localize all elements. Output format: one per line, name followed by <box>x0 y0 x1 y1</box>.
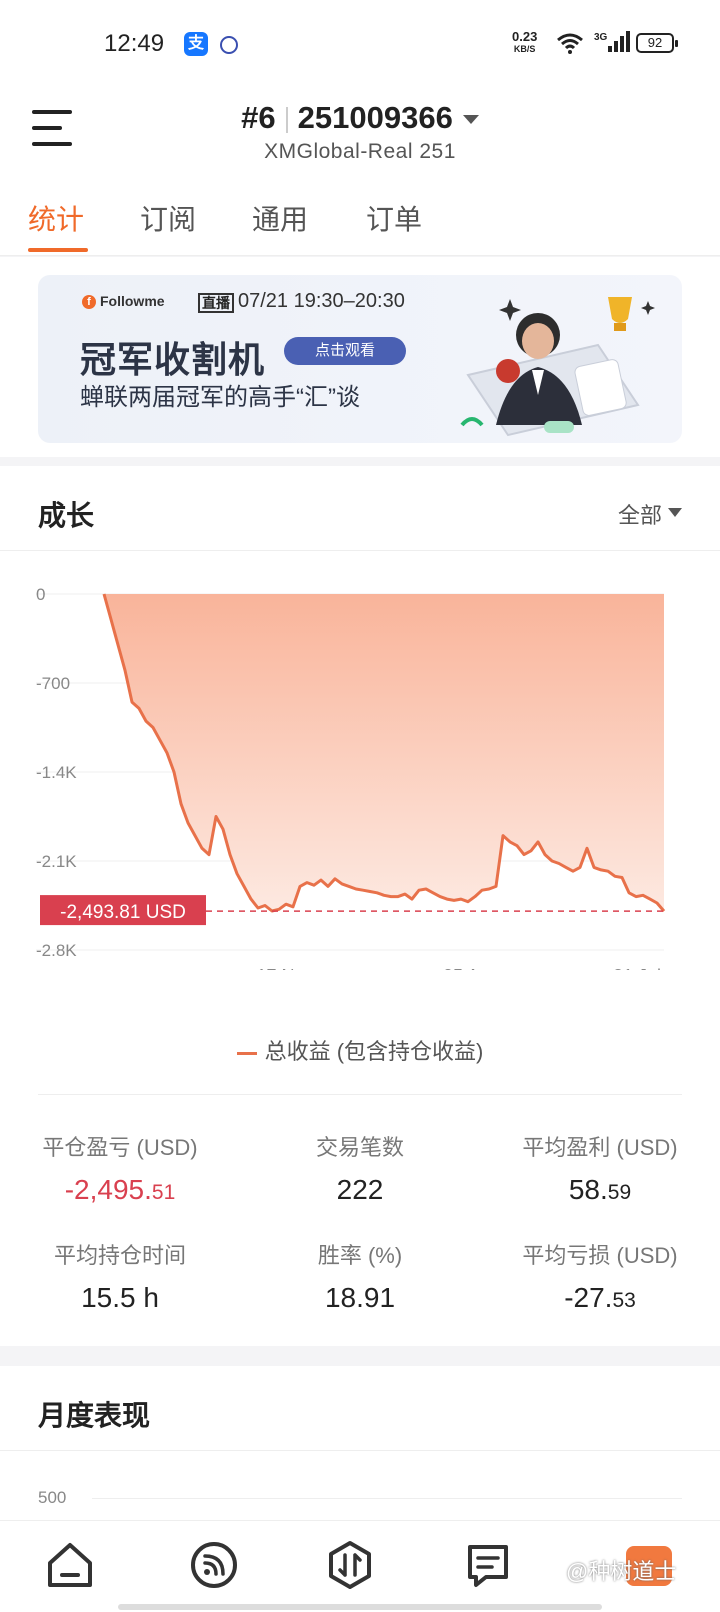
stat-avg-hold-time: 平均持仓时间 15.5 h <box>0 1238 240 1314</box>
range-selector[interactable]: 全部 <box>618 498 662 530</box>
chart-legend: 总收益 (包含持仓收益) <box>0 1034 720 1066</box>
x-tick-label: 21 Jul <box>613 966 661 970</box>
grid-line <box>92 1498 682 1499</box>
banner-datetime: 07/21 19:30–20:30 <box>238 290 405 312</box>
followme-logo: f Followme <box>82 293 165 310</box>
chevron-down-icon <box>462 115 479 125</box>
tab-general[interactable]: 通用 <box>252 198 308 238</box>
promo-banner[interactable]: f Followme 直播 07/21 19:30–20:30 冠军收割机 点击观… <box>38 275 682 443</box>
stat-value: 58.59 <box>568 1174 632 1205</box>
y-tick-label: 0 <box>36 585 45 604</box>
banner-title: 冠军收割机 <box>80 339 266 380</box>
x-tick-label: 05 Apr <box>443 966 495 970</box>
growth-card: 成长 全部 0 -700 -1.4K -2.1K -2.8K 17 Nov 05 Apr 21… <box>0 466 720 1346</box>
tab-statistics[interactable]: 统计 <box>28 198 84 238</box>
feed-icon[interactable] <box>188 1539 240 1591</box>
stat-closed-pnl: 平仓盈亏 (USD) -2,495.51 <box>0 1130 240 1206</box>
y-tick-label: 500 <box>38 1488 67 1507</box>
stat-win-rate: 胜率 (%) 18.91 <box>240 1238 480 1314</box>
network-type: 3G <box>594 32 608 43</box>
stat-trade-count: 交易笔数 222 <box>240 1130 480 1206</box>
banner-subtitle: 蝉联两届冠军的高手“汇”谈 <box>80 384 360 411</box>
tab-orders[interactable]: 订单 <box>366 198 422 238</box>
status-bar: 12:49 支 0.23 KB/S 3G 92 <box>0 0 720 88</box>
live-badge: 直播 <box>198 293 234 313</box>
watch-button[interactable]: 点击观看 <box>284 337 406 365</box>
stat-avg-profit: 平均盈利 (USD) 58.59 <box>480 1130 720 1206</box>
stat-value: -27.53 <box>564 1282 636 1313</box>
legend-label: 总收益 (包含持仓收益) <box>264 1039 484 1064</box>
tab-subscribe[interactable]: 订阅 <box>140 198 196 238</box>
y-tick-label: -700 <box>36 674 70 693</box>
host-illustration <box>460 297 655 437</box>
stat-avg-loss: 平均亏损 (USD) -27.53 <box>480 1238 720 1314</box>
notification-app-icon <box>220 36 238 54</box>
banner-section: f Followme 直播 07/21 19:30–20:30 冠军收割机 点击观… <box>0 257 720 457</box>
active-tab-indicator <box>28 248 88 252</box>
y-tick-label: -2.1K <box>36 852 77 871</box>
tab-bar: 统计 订阅 通用 订单 <box>0 184 720 256</box>
wifi-icon <box>557 33 583 54</box>
divider <box>0 1450 720 1451</box>
account-number: 251009366 <box>297 100 453 135</box>
stat-value: -2,495.51 <box>64 1174 176 1205</box>
x-tick-label: 17 Nov <box>256 966 313 970</box>
legend-swatch <box>236 1051 257 1055</box>
y-tick-label: -1.4K <box>36 763 77 782</box>
stat-value: 222 <box>336 1174 384 1205</box>
battery-indicator: 92 <box>636 33 678 53</box>
net-speed: 0.23 KB/S <box>512 29 538 54</box>
watermark: @种树道士 <box>566 1559 677 1584</box>
account-selector[interactable]: #6 251009366 <box>0 100 720 136</box>
account-server: XMGlobal-Real 251 <box>264 140 456 163</box>
status-time: 12:49 <box>104 30 165 57</box>
signal-icon: 3G <box>594 31 630 52</box>
y-tick-label: -2.8K <box>36 941 77 960</box>
stat-value: 15.5 h <box>81 1282 159 1313</box>
chevron-down-icon <box>668 508 682 517</box>
growth-chart[interactable]: 0 -700 -1.4K -2.1K -2.8K 17 Nov 05 Apr 21 Jul -2… <box>0 550 720 970</box>
trade-icon[interactable] <box>324 1539 376 1591</box>
app-screen: 12:49 支 0.23 KB/S 3G 92 #6 251009366 XMG… <box>0 0 720 1612</box>
monthly-title: 月度表现 <box>38 1400 151 1431</box>
divider <box>38 1094 682 1095</box>
home-icon[interactable] <box>44 1539 96 1591</box>
stat-value: 18.91 <box>324 1282 396 1313</box>
messages-icon[interactable] <box>462 1539 514 1591</box>
current-value-label: -2,493.81 USD <box>60 902 186 923</box>
account-header: #6 251009366 XMGlobal-Real 251 <box>0 88 720 184</box>
gesture-bar <box>118 1604 602 1610</box>
account-rank: #6 <box>241 100 276 135</box>
growth-title: 成长 <box>38 500 95 531</box>
alipay-icon: 支 <box>184 32 208 56</box>
